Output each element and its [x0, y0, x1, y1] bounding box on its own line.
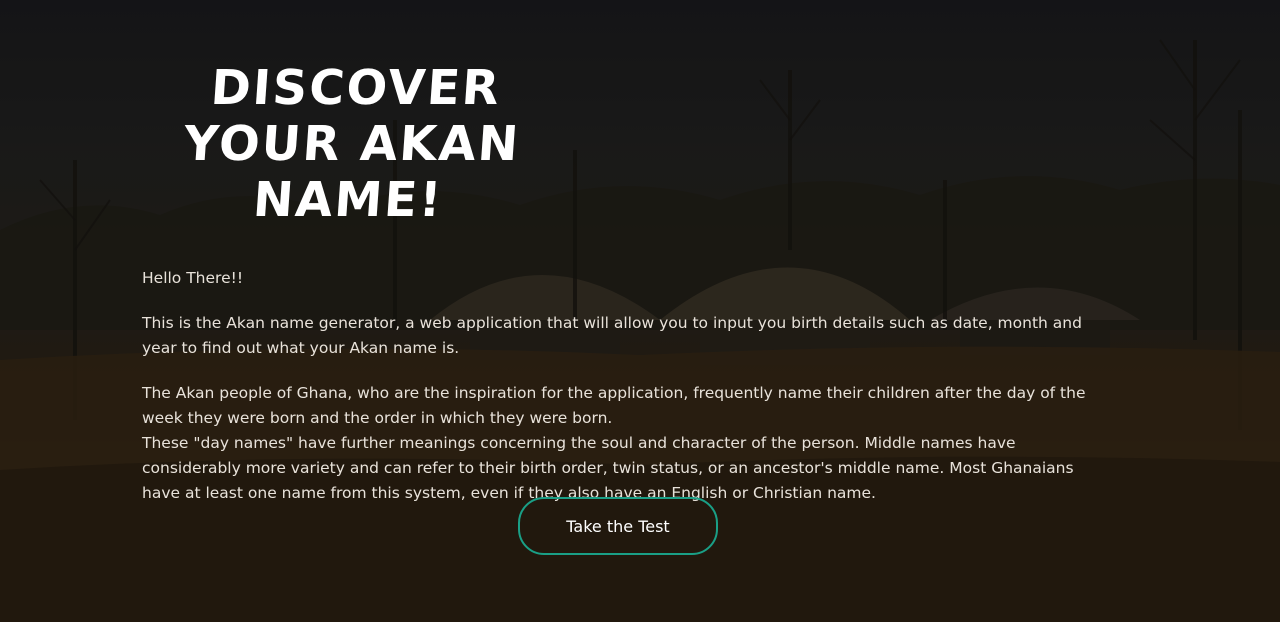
page-title: Discover Your Akan Name! — [181, 60, 523, 228]
history-paragraph: The Akan people of Ghana, who are the in… — [142, 381, 1097, 506]
history-line-1: The Akan people of Ghana, who are the in… — [142, 384, 1086, 427]
intro-content: Discover Your Akan Name! Hello There!! T… — [142, 60, 1097, 506]
take-test-button[interactable]: Take the Test — [518, 497, 718, 555]
history-line-2: These "day names" have further meanings … — [142, 434, 1074, 502]
greeting-text: Hello There!! — [142, 269, 244, 287]
hero-section: Discover Your Akan Name! Hello There!! T… — [0, 0, 1280, 622]
intro-paragraph: This is the Akan name generator, a web a… — [142, 314, 1082, 357]
cta-container: Take the Test — [518, 497, 718, 555]
